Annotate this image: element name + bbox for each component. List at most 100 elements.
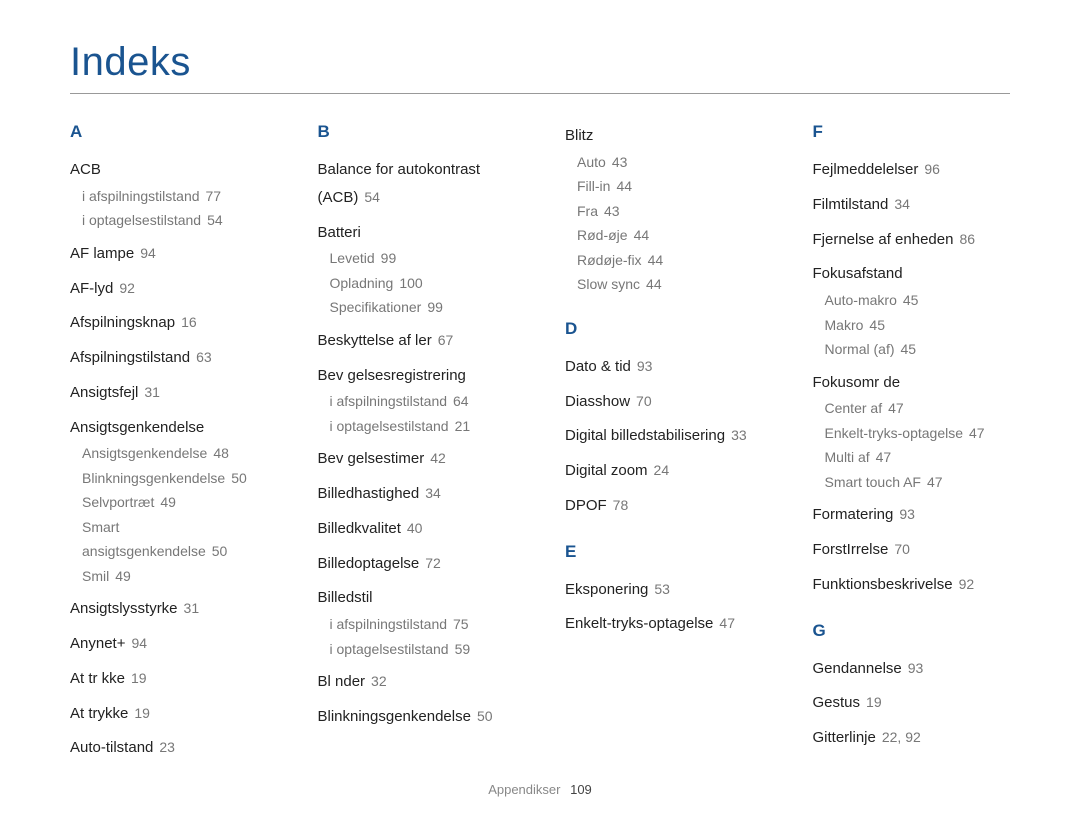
index-subentry: Opladning100 bbox=[330, 271, 516, 296]
index-term: Bev gelsesregistrering bbox=[318, 362, 516, 390]
index-term: Digital zoom24 bbox=[565, 457, 763, 485]
index-subentry: Rød-øje44 bbox=[577, 223, 763, 248]
index-subentry: i optagelsestilstand21 bbox=[330, 414, 516, 439]
index-page: 19 bbox=[134, 705, 150, 721]
index-term: Ansigtsfejl31 bbox=[70, 379, 268, 407]
index-page: 72 bbox=[425, 555, 441, 571]
index-entry: Diasshow70 bbox=[565, 388, 763, 416]
index-entry: AF lampe94 bbox=[70, 240, 268, 268]
index-page: 59 bbox=[455, 641, 471, 657]
index-term: Gendannelse93 bbox=[813, 655, 1011, 683]
index-term: AF-lyd92 bbox=[70, 275, 268, 303]
index-page: 42 bbox=[430, 450, 446, 466]
index-term: Afspilningstilstand63 bbox=[70, 344, 268, 372]
index-page: 54 bbox=[207, 212, 223, 228]
index-page: 21 bbox=[455, 418, 471, 434]
index-page: 44 bbox=[616, 178, 632, 194]
index-entry: Blinkningsgenkendelse50 bbox=[318, 703, 516, 731]
index-term: Filmtilstand34 bbox=[813, 191, 1011, 219]
index-term: Ansigtsgenkendelse bbox=[70, 414, 268, 442]
index-subentry: Specifikationer99 bbox=[330, 295, 516, 320]
page-title: Indeks bbox=[70, 40, 1010, 85]
index-term: Billedhastighed34 bbox=[318, 480, 516, 508]
index-subentry: Makro45 bbox=[825, 313, 1011, 338]
index-term: DPOF78 bbox=[565, 492, 763, 520]
index-page: 92 bbox=[959, 576, 975, 592]
index-entry: Enkelt-tryks-optagelse47 bbox=[565, 610, 763, 638]
index-term: Eksponering53 bbox=[565, 576, 763, 604]
index-page: 96 bbox=[924, 161, 940, 177]
index-term: Fjernelse af enheden86 bbox=[813, 226, 1011, 254]
index-entry: AF-lyd92 bbox=[70, 275, 268, 303]
index-subentry: Blinkningsgenkendelse50 bbox=[82, 466, 268, 491]
index-page: 19 bbox=[866, 694, 882, 710]
index-entry: At tr kke19 bbox=[70, 665, 268, 693]
index-entry: Bev gelsestimer42 bbox=[318, 445, 516, 473]
index-page: 94 bbox=[131, 635, 147, 651]
index-section: FFejlmeddelelser96Filmtilstand34Fjernels… bbox=[813, 122, 1011, 599]
index-page: 99 bbox=[381, 250, 397, 266]
index-term: Funktionsbeskrivelse92 bbox=[813, 571, 1011, 599]
index-section: BlitzAuto43Fill-in44Fra43Rød-øje44Rødøje… bbox=[565, 122, 763, 297]
index-entry: DPOF78 bbox=[565, 492, 763, 520]
index-term: ForstIrrelse70 bbox=[813, 536, 1011, 564]
index-term: Fokusafstand bbox=[813, 260, 1011, 288]
index-term: Digital billedstabilisering33 bbox=[565, 422, 763, 450]
index-entry: Eksponering53 bbox=[565, 576, 763, 604]
index-subentry: Fra43 bbox=[577, 199, 763, 224]
index-subentry: Levetid99 bbox=[330, 246, 516, 271]
index-page: 44 bbox=[646, 276, 662, 292]
index-subentry: i afspilningstilstand64 bbox=[330, 389, 516, 414]
index-term: AF lampe94 bbox=[70, 240, 268, 268]
index-entry: Gendannelse93 bbox=[813, 655, 1011, 683]
index-subentry: Auto43 bbox=[577, 150, 763, 175]
index-page: 75 bbox=[453, 616, 469, 632]
index-entry: Fejlmeddelelser96 bbox=[813, 156, 1011, 184]
index-subentry: Selvportræt49 bbox=[82, 490, 268, 515]
index-subentry: Center af47 bbox=[825, 396, 1011, 421]
title-divider bbox=[70, 93, 1010, 94]
index-page: 43 bbox=[612, 154, 628, 170]
footer-label: Appendikser bbox=[488, 782, 560, 797]
index-entry: ACBi afspilningstilstand77i optagelsesti… bbox=[70, 156, 268, 233]
index-page: 40 bbox=[407, 520, 423, 536]
index-page: 49 bbox=[160, 494, 176, 510]
index-columns: A ACBi afspilningstilstand77i optagelsest… bbox=[70, 122, 1010, 784]
index-term: Diasshow70 bbox=[565, 388, 763, 416]
index-term: At trykke19 bbox=[70, 700, 268, 728]
index-page: 47 bbox=[969, 425, 985, 441]
index-entry: Bev gelsesregistreringi afspilningstilst… bbox=[318, 362, 516, 439]
index-page: 47 bbox=[719, 615, 735, 631]
index-term: Blitz bbox=[565, 122, 763, 150]
index-page: 43 bbox=[604, 203, 620, 219]
index-section: GGendannelse93Gestus19Gitterlinje22, 92 bbox=[813, 621, 1011, 752]
index-subentry: i afspilningstilstand77 bbox=[82, 184, 268, 209]
index-entry: Afspilningsknap16 bbox=[70, 309, 268, 337]
index-page: 94 bbox=[140, 245, 156, 261]
index-term: Balance for autokontrast (ACB)54 bbox=[318, 156, 516, 212]
index-entry: Fjernelse af enheden86 bbox=[813, 226, 1011, 254]
index-section: A ACBi afspilningstilstand77i optagelsest… bbox=[70, 122, 268, 762]
index-column: BBalance for autokontrast (ACB)54Batteri… bbox=[318, 122, 516, 784]
footer-page-number: 109 bbox=[570, 782, 592, 797]
index-page: 93 bbox=[908, 660, 924, 676]
index-page: 86 bbox=[959, 231, 975, 247]
index-entry: Billedhastighed34 bbox=[318, 480, 516, 508]
index-page: 45 bbox=[869, 317, 885, 333]
index-letter: A bbox=[70, 122, 268, 142]
index-subentry: Ansigtsgenkendelse48 bbox=[82, 441, 268, 466]
index-page: 93 bbox=[637, 358, 653, 374]
index-entry: Billedstili afspilningstilstand75i optag… bbox=[318, 584, 516, 661]
index-entry: Billedkvalitet40 bbox=[318, 515, 516, 543]
index-subentry: Auto-makro45 bbox=[825, 288, 1011, 313]
index-entry: Billedoptagelse72 bbox=[318, 550, 516, 578]
index-page: 53 bbox=[654, 581, 670, 597]
index-page: 44 bbox=[648, 252, 664, 268]
index-entry: Afspilningstilstand63 bbox=[70, 344, 268, 372]
index-entry: Bl nder32 bbox=[318, 668, 516, 696]
index-term: Dato & tid93 bbox=[565, 353, 763, 381]
index-entry: ForstIrrelse70 bbox=[813, 536, 1011, 564]
index-subentry: Multi af47 bbox=[825, 445, 1011, 470]
footer: Appendikser 109 bbox=[0, 782, 1080, 797]
index-entry: Formatering93 bbox=[813, 501, 1011, 529]
